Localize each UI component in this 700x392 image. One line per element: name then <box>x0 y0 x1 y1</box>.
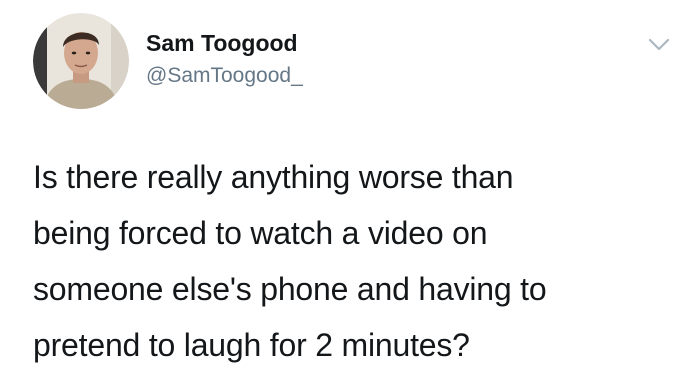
avatar[interactable] <box>33 13 129 109</box>
tweet-text-line: someone else's phone and having to <box>33 271 547 307</box>
tweet-card: Sam Toogood @SamToogood_ Is there really… <box>0 0 700 392</box>
author-display-name[interactable]: Sam Toogood <box>146 30 298 57</box>
chevron-down-icon[interactable] <box>646 36 672 54</box>
avatar-photo-icon <box>33 13 129 109</box>
tweet-text-line: Is there really anything worse than <box>33 159 514 195</box>
tweet-text-line: pretend to laugh for 2 minutes? <box>33 327 470 363</box>
author-handle[interactable]: @SamToogood_ <box>146 64 303 88</box>
tweet-text: Is there really anything worse than bein… <box>33 149 693 373</box>
tweet-text-line: being forced to watch a video on <box>33 215 488 251</box>
